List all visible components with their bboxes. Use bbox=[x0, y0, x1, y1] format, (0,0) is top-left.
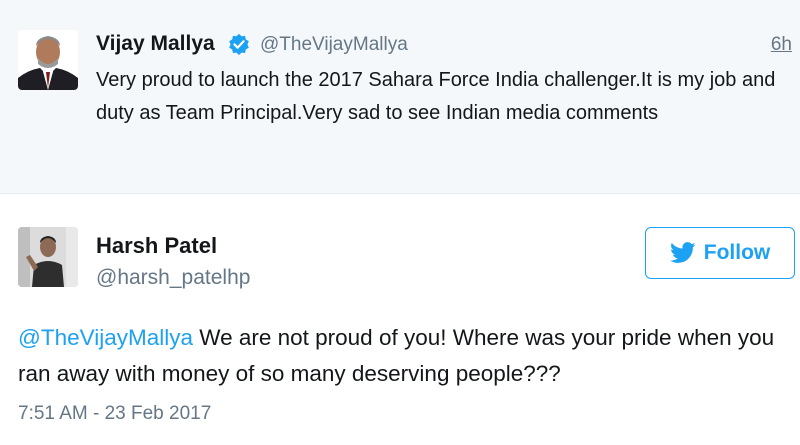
follow-button[interactable]: Follow bbox=[645, 227, 795, 279]
author-handle[interactable]: @TheVijayMallya bbox=[260, 34, 408, 56]
avatar[interactable] bbox=[18, 227, 78, 287]
twitter-bird-icon bbox=[669, 242, 696, 263]
tweet-text: Very proud to launch the 2017 Sahara For… bbox=[96, 69, 776, 124]
tweet-text: @TheVijayMallya We are not proud of you!… bbox=[18, 320, 798, 392]
avatar-photo bbox=[18, 30, 78, 90]
mention-link[interactable]: @TheVijayMallya bbox=[18, 325, 193, 350]
quoted-tweet[interactable]: Vijay Mallya @TheVijayMallya 6h Very pro… bbox=[0, 0, 800, 194]
author-name[interactable]: Vijay Mallya bbox=[96, 32, 215, 56]
follow-label: Follow bbox=[703, 241, 771, 264]
verified-icon bbox=[229, 33, 249, 55]
author-handle[interactable]: @harsh_patelhp bbox=[96, 266, 250, 290]
avatar[interactable] bbox=[18, 30, 78, 90]
avatar-photo bbox=[18, 227, 78, 287]
tweet-time[interactable]: 6h bbox=[771, 34, 792, 56]
author-name[interactable]: Harsh Patel bbox=[96, 233, 217, 259]
tweet-timestamp[interactable]: 7:51 AM - 23 Feb 2017 bbox=[18, 403, 211, 425]
